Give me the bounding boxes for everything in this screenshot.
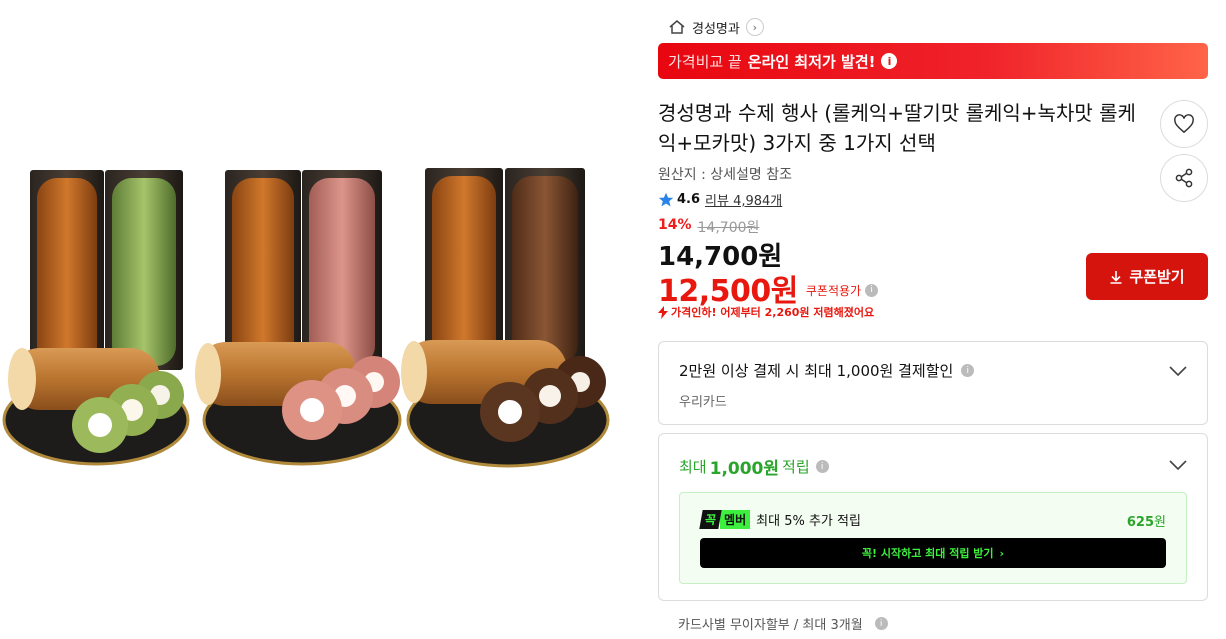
original-price: 14,700원: [697, 220, 760, 236]
member-cta-label: 꼭! 시작하고 최대 적립 받기: [861, 547, 994, 560]
reward-header: 최대 1,000원 적립 i: [679, 454, 829, 479]
member-badge-k: 꼭: [699, 510, 722, 529]
member-row: 꼭 멤버 최대 5% 추가 적립: [699, 510, 861, 529]
coupon-applied-label: 쿠폰적용가: [805, 283, 862, 298]
info-icon[interactable]: i: [874, 617, 888, 630]
star-icon: [658, 192, 674, 206]
download-icon: [1110, 270, 1122, 284]
coupon-button-label: 쿠폰받기: [1129, 268, 1185, 286]
rating-score: 4.6: [677, 192, 701, 207]
member-points-unit: 원: [1154, 515, 1166, 530]
card-discount-accordion[interactable]: 2만원 이상 결제 시 최대 1,000원 결제할인 i 우리카드: [658, 341, 1208, 425]
reward-suffix: 적립: [782, 458, 810, 476]
set-plain-mocha: [401, 168, 610, 468]
share-button[interactable]: [1160, 154, 1208, 202]
reward-accordion[interactable]: 최대 1,000원 적립 i 꼭 멤버 최대 5% 추가 적립 625원 꼭! …: [658, 433, 1208, 601]
discount-row: 14% 14,700원: [658, 217, 759, 237]
card-name: 우리카드: [679, 395, 727, 410]
set-plain-strawberry: [195, 170, 402, 466]
installment-text: 카드사별 무이자할부 / 최대 3개월: [678, 618, 863, 633]
lowest-price-banner[interactable]: 가격비교 끝 온라인 최저가 발견! i: [658, 43, 1208, 79]
banner-prefix: 가격비교 끝: [668, 52, 742, 71]
info-icon[interactable]: i: [815, 460, 829, 473]
chevron-down-icon: [1169, 460, 1187, 470]
member-points-value: 625: [1126, 515, 1155, 530]
price-drop-notice: 가격인하! 어제부터 2,260원 저렴해졌어요: [658, 304, 874, 320]
member-badge: 꼭 멤버: [699, 510, 751, 529]
heart-icon: [1174, 114, 1194, 134]
installment-info: 카드사별 무이자할부 / 최대 3개월 i: [678, 614, 888, 633]
coupon-download-button[interactable]: 쿠폰받기: [1086, 253, 1208, 300]
reward-amount: 1,000원: [709, 459, 780, 479]
member-signup-button[interactable]: 꼭! 시작하고 최대 적립 받기 ›: [700, 538, 1166, 568]
member-badge-m: 멤버: [720, 510, 751, 529]
discount-rate: 14%: [658, 217, 692, 233]
home-icon[interactable]: [668, 19, 686, 35]
banner-highlight: 온라인 최저가 발견!: [747, 52, 876, 71]
member-text: 최대 5% 추가 적립: [756, 514, 861, 529]
review-count-link[interactable]: 리뷰 4,984개: [705, 190, 782, 209]
favorite-button[interactable]: [1160, 100, 1208, 148]
product-info-panel: 경성명과 › 가격비교 끝 온라인 최저가 발견! i 경성명과 수제 행사 (…: [658, 0, 1208, 639]
product-title: 경성명과 수제 행사 (롤케익+딸기맛 롤케익+녹차맛 롤케익+모카맛) 3가지…: [658, 101, 1136, 155]
chevron-right-icon[interactable]: ›: [745, 18, 764, 36]
member-benefit-panel: 꼭 멤버 최대 5% 추가 적립 625원 꼭! 시작하고 최대 적립 받기 ›: [679, 492, 1187, 584]
info-icon[interactable]: i: [865, 283, 879, 297]
product-image[interactable]: [0, 130, 618, 480]
share-icon: [1175, 168, 1193, 188]
chevron-down-icon: [1169, 365, 1187, 376]
breadcrumb[interactable]: 경성명과 ›: [668, 16, 764, 38]
rating-row[interactable]: 4.6 리뷰 4,984개: [658, 190, 782, 209]
card-discount-title: 2만원 이상 결제 시 최대 1,000원 결제할인: [679, 362, 954, 380]
member-points: 625원: [1127, 511, 1166, 530]
info-icon[interactable]: i: [881, 53, 898, 69]
price-drop-text: 가격인하! 어제부터 2,260원 저렴해졌어요: [671, 306, 875, 319]
chevron-right-icon: ›: [999, 546, 1005, 560]
breadcrumb-store-link[interactable]: 경성명과: [692, 18, 740, 37]
info-icon[interactable]: i: [961, 364, 975, 377]
lightning-icon: [658, 305, 668, 319]
origin-info: 원산지 : 상세설명 참조: [658, 167, 792, 183]
set-plain-green: [2, 170, 190, 466]
reward-prefix: 최대: [679, 458, 707, 476]
